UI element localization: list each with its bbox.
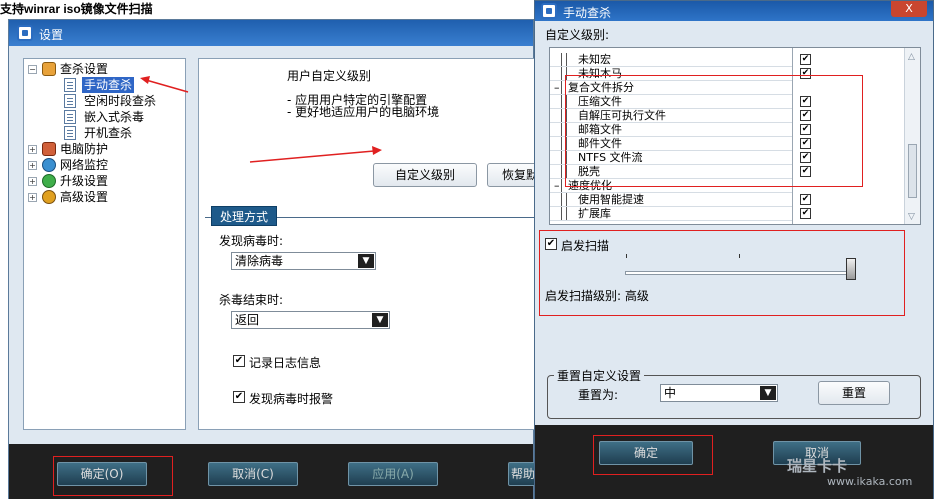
arrow-line [145, 79, 189, 93]
option-label: 扩展库 [578, 207, 611, 220]
reset-to-label: 重置为: [578, 388, 619, 402]
close-button[interactable]: X [891, 1, 927, 17]
option-label: 使用智能提速 [578, 193, 644, 206]
option-row[interactable]: 未知宏 ✔ [550, 53, 904, 67]
manual-button-bar: 确定 取消 瑞星卡卡 www.ikaka.com [535, 425, 933, 499]
manual-title: 手动查杀 [563, 6, 612, 20]
reset-button[interactable]: 重置 [818, 381, 890, 405]
arrow-line [249, 150, 375, 163]
option-label: 未知宏 [578, 53, 611, 66]
reset-groupbox: 重置自定义设置 重置为: 中 ▼ 重置 [547, 367, 921, 419]
watermark-cn: 瑞星卡卡 [787, 457, 848, 475]
scroll-up-icon[interactable]: △ [908, 52, 915, 62]
chevron-down-icon[interactable]: ▼ [760, 386, 776, 400]
option-checkbox[interactable]: ✔ [800, 54, 811, 65]
highlight-box [565, 75, 863, 187]
collapse-icon[interactable]: – [554, 81, 560, 95]
manual-scan-window: 手动查杀 X 自定义级别: 未知宏 ✔ 未知木马 ✔ – 复合文件拆分 压缩文件 ✔ 自解压可执… [534, 0, 934, 499]
custom-level-label: 自定义级别: [545, 28, 610, 42]
option-row[interactable]: 扩展库 ✔ [550, 207, 904, 221]
arrow-head [140, 76, 150, 84]
reset-group-title: 重置自定义设置 [554, 367, 645, 384]
option-row[interactable]: 使用智能提速 ✔ [550, 193, 904, 207]
manual-titlebar[interactable]: 手动查杀 X [535, 1, 933, 21]
highlight-box [539, 230, 905, 316]
option-checkbox[interactable]: ✔ [800, 194, 811, 205]
scroll-thumb[interactable] [908, 144, 917, 198]
scrollbar[interactable]: △ ▽ [904, 48, 920, 224]
scroll-down-icon[interactable]: ▽ [908, 212, 915, 222]
watermark-url: www.ikaka.com [827, 475, 913, 488]
arrow-head [372, 146, 382, 155]
highlight-box [593, 435, 713, 475]
shield-icon [541, 3, 557, 19]
option-checkbox[interactable]: ✔ [800, 208, 811, 219]
collapse-icon[interactable]: – [554, 179, 560, 193]
reset-level-select[interactable]: 中 ▼ [660, 384, 778, 402]
